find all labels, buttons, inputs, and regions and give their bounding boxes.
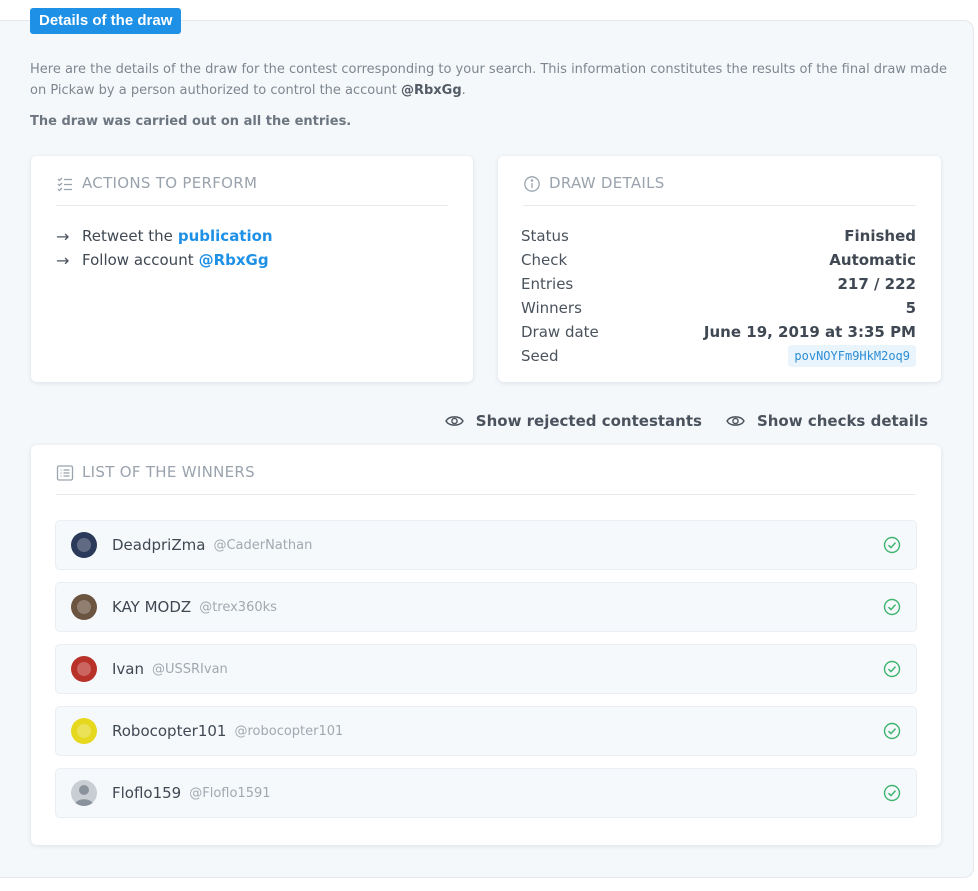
detail-draw-date: Draw date June 19, 2019 at 3:35 PM xyxy=(521,323,916,341)
winner-row[interactable]: Floflo159 @Floflo1591 xyxy=(55,768,917,818)
winner-name[interactable]: Ivan xyxy=(112,660,144,678)
winners-header: LIST OF THE WINNERS xyxy=(56,463,916,495)
eye-icon xyxy=(444,416,464,426)
winners-title: LIST OF THE WINNERS xyxy=(82,463,255,481)
actions-header: ACTIONS TO PERFORM xyxy=(56,174,448,206)
action-retweet: → Retweet the publication xyxy=(56,226,273,246)
page-title: Details of the draw xyxy=(30,8,182,34)
winner-handle[interactable]: @Floflo1591 xyxy=(189,786,270,801)
check-circle-icon xyxy=(883,536,901,554)
eye-icon xyxy=(726,416,745,426)
winner-handle[interactable]: @robocopter101 xyxy=(234,724,343,739)
winner-handle[interactable]: @CaderNathan xyxy=(213,538,312,553)
winner-row[interactable]: Ivan @USSRIvan xyxy=(55,644,917,694)
detail-entries: Entries 217 / 222 xyxy=(521,275,916,293)
detail-check: Check Automatic xyxy=(521,251,916,269)
action-list: → Retweet the publication → Follow accou… xyxy=(56,224,273,272)
winners-card: LIST OF THE WINNERS DeadpriZma @CaderNath… xyxy=(31,445,941,845)
action-follow: → Follow account @RbxGg xyxy=(56,250,269,270)
winner-row[interactable]: DeadpriZma @CaderNathan xyxy=(55,520,917,570)
avatar xyxy=(71,532,97,558)
intro-strong-text: The draw was carried out on all the entr… xyxy=(30,114,352,129)
check-circle-icon xyxy=(883,784,901,802)
detail-winners: Winners 5 xyxy=(521,299,916,317)
details-header: DRAW DETAILS xyxy=(523,174,916,206)
detail-status: Status Finished xyxy=(521,227,916,245)
avatar xyxy=(71,780,97,806)
avatar xyxy=(71,656,97,682)
check-circle-icon xyxy=(883,598,901,616)
arrow-right-icon: → xyxy=(56,226,70,246)
winner-list: DeadpriZma @CaderNathan KAY MODZ @trex360ks… xyxy=(55,520,917,830)
account-link[interactable]: @RbxGg xyxy=(199,251,269,269)
actions-card: ACTIONS TO PERFORM → Retweet the publica… xyxy=(31,156,473,382)
winner-handle[interactable]: @USSRIvan xyxy=(152,662,228,677)
avatar xyxy=(71,718,97,744)
info-icon xyxy=(524,176,540,192)
winner-name[interactable]: DeadpriZma xyxy=(112,536,205,554)
check-circle-icon xyxy=(883,722,901,740)
seed-code: povNOYFm9HkM2oq9 xyxy=(788,345,916,367)
check-circle-icon xyxy=(883,660,901,678)
winner-name[interactable]: Robocopter101 xyxy=(112,722,226,740)
winner-row[interactable]: Robocopter101 @robocopter101 xyxy=(55,706,917,756)
details-title: DRAW DETAILS xyxy=(549,174,665,192)
view-toggles: Show rejected contestants Show checks de… xyxy=(444,412,928,430)
avatar xyxy=(71,594,97,620)
show-checks-button[interactable]: Show checks details xyxy=(726,412,928,430)
winner-name[interactable]: KAY MODZ xyxy=(112,598,191,616)
detail-rows: Status Finished Check Automatic Entries 217… xyxy=(521,224,916,368)
winner-handle[interactable]: @trex360ks xyxy=(199,600,277,615)
draw-details-card: DRAW DETAILS Status Finished Check Automat… xyxy=(498,156,941,382)
intro-account: @RbxGg xyxy=(400,83,462,98)
arrow-right-icon: → xyxy=(56,250,70,270)
publication-link[interactable]: publication xyxy=(178,227,273,245)
winner-name[interactable]: Floflo159 xyxy=(112,784,181,802)
checklist-icon xyxy=(57,177,72,192)
detail-seed: Seed povNOYFm9HkM2oq9 xyxy=(521,344,916,368)
list-icon xyxy=(56,465,74,481)
actions-title: ACTIONS TO PERFORM xyxy=(82,174,258,192)
show-rejected-button[interactable]: Show rejected contestants xyxy=(444,412,702,430)
intro-text: Here are the details of the draw for the… xyxy=(30,62,948,98)
winner-row[interactable]: KAY MODZ @trex360ks xyxy=(55,582,917,632)
